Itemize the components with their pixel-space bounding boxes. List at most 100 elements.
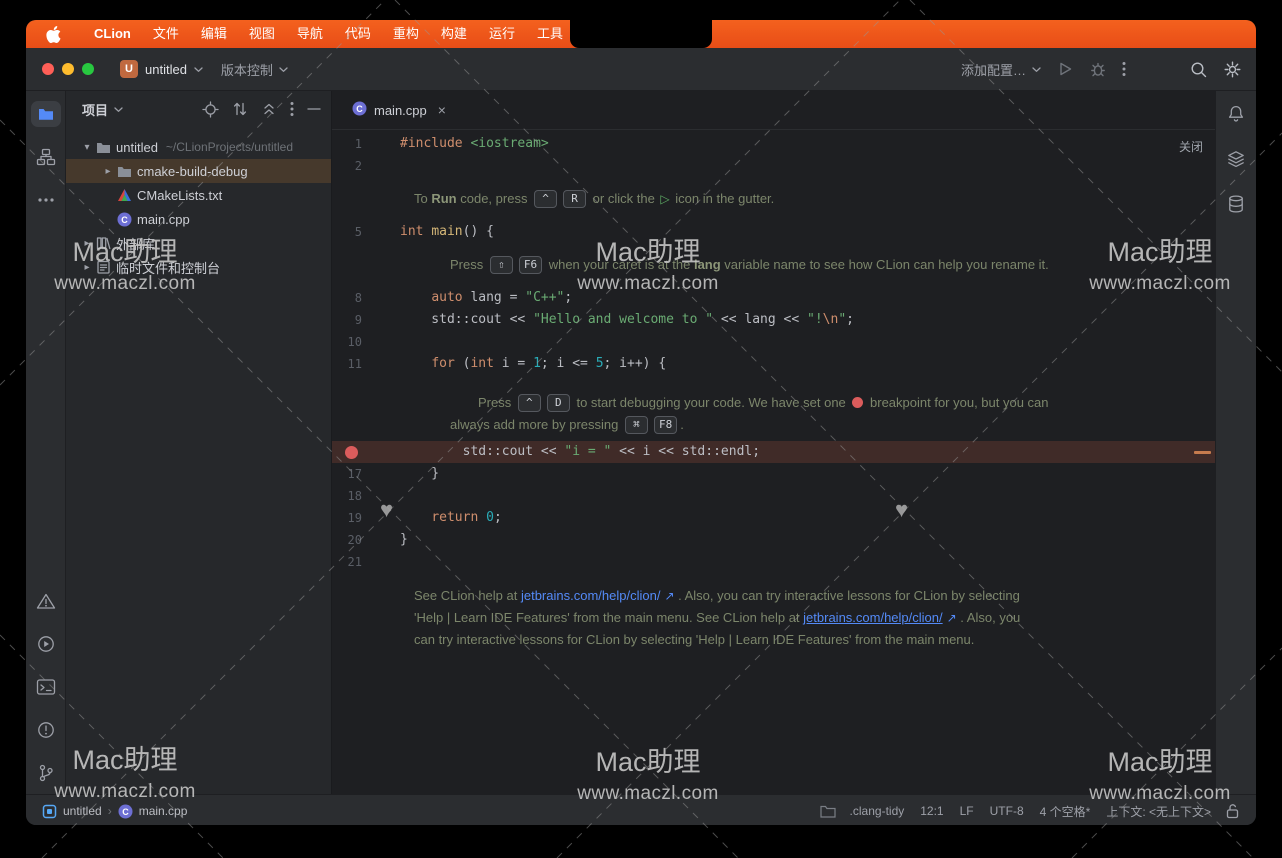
code-line[interactable]: 5int main() {: [332, 221, 1215, 243]
banner-close-link[interactable]: 关闭: [1179, 138, 1203, 155]
status-widget[interactable]: 上下文: <无上下文>: [1106, 803, 1211, 820]
code-line[interactable]: 17 }: [332, 463, 1215, 485]
locate-icon[interactable]: [202, 101, 219, 118]
code-line[interactable]: 11 for (int i = 1; i <= 5; i++) {: [332, 353, 1215, 375]
help-link[interactable]: jetbrains.com/help/clion/: [521, 588, 660, 603]
menu-item[interactable]: 运行: [478, 20, 526, 48]
tree-row-main.cpp[interactable]: Cmain.cpp: [66, 207, 331, 231]
tree-label: 临时文件和控制台: [116, 258, 220, 277]
menu-item[interactable]: 文件: [142, 20, 190, 48]
tab-close-button[interactable]: ×: [438, 102, 446, 118]
debug-button[interactable]: [1089, 60, 1107, 78]
tree-label: untitled: [116, 140, 158, 155]
database-icon[interactable]: [1221, 191, 1251, 217]
lock-icon[interactable]: [1225, 803, 1240, 819]
status-widget[interactable]: .clang-tidy: [850, 804, 905, 818]
code-line[interactable]: 20}: [332, 529, 1215, 551]
code-line[interactable]: 2: [332, 155, 1215, 177]
terminal-icon[interactable]: [31, 674, 61, 700]
line-number: [332, 441, 372, 463]
structure-icon[interactable]: [31, 144, 61, 170]
zoom-window-button[interactable]: [82, 63, 94, 75]
run-button[interactable]: [1056, 60, 1074, 78]
status-widget[interactable]: LF: [960, 804, 974, 818]
help-link[interactable]: jetbrains.com/help/clion/: [803, 610, 942, 625]
menu-item[interactable]: 视图: [238, 20, 286, 48]
chevron-down-icon[interactable]: ▾: [78, 142, 96, 153]
tree-row-临时文件和控制台[interactable]: ▸ 临时文件和控制台: [66, 255, 331, 279]
tree-row-外部库[interactable]: ▸外部库: [66, 231, 331, 255]
gear-icon[interactable]: [1223, 60, 1242, 79]
menu-item[interactable]: 编辑: [190, 20, 238, 48]
collapseall-icon[interactable]: [261, 101, 277, 117]
chevron-right-icon[interactable]: ▸: [78, 238, 96, 249]
menu-item[interactable]: 代码: [334, 20, 382, 48]
tree-row-untitled[interactable]: ▾untitled~/CLionProjects/untitled: [66, 135, 331, 159]
layers-icon[interactable]: [1221, 146, 1251, 172]
code-line[interactable]: 18: [332, 485, 1215, 507]
tree-row-CMakeLists.txt[interactable]: CMakeLists.txt: [66, 183, 331, 207]
editor[interactable]: 关闭 1#include <iostream>2To Run code, pre…: [332, 130, 1215, 794]
menu-item[interactable]: 构建: [430, 20, 478, 48]
project-widget[interactable]: U untitled: [120, 60, 203, 78]
minimize-window-button[interactable]: [62, 63, 74, 75]
main-area: 项目 ▾untitled~/CLionProjects/untitled▸cma…: [26, 91, 1256, 794]
tree-label: cmake-build-debug: [137, 164, 248, 179]
vcs-widget[interactable]: 版本控制: [221, 60, 288, 79]
minus-icon[interactable]: [307, 107, 321, 111]
search-icon[interactable]: [1189, 60, 1208, 79]
more-actions-button[interactable]: [1122, 61, 1126, 77]
project-icon: [42, 804, 57, 819]
code-line[interactable]: 21: [332, 551, 1215, 573]
code-line[interactable]: 19 return 0;: [332, 507, 1215, 529]
tree-row-cmake-build-debug[interactable]: ▸ cmake-build-debug: [66, 159, 331, 183]
run-config-selector[interactable]: 添加配置…: [961, 60, 1041, 79]
status-widget[interactable]: 12:1: [920, 804, 943, 818]
status-widget[interactable]: UTF-8: [990, 804, 1024, 818]
chevron-right-icon[interactable]: ▸: [99, 166, 117, 177]
project-panel-title[interactable]: 项目: [82, 100, 108, 119]
code-line[interactable]: 10: [332, 331, 1215, 353]
expand-icon[interactable]: [232, 101, 248, 117]
services-icon[interactable]: [31, 631, 61, 657]
folder-icon[interactable]: [820, 805, 836, 818]
chevron-down-icon: [194, 60, 203, 78]
breakpoint-dot[interactable]: [345, 446, 358, 459]
run-gutter-icon: ▷: [660, 192, 669, 206]
help-comment-line: 'Help | Learn IDE Features' from the mai…: [332, 607, 1215, 629]
toolbar-right: 添加配置…: [961, 60, 1242, 79]
dots-v-icon[interactable]: [290, 101, 294, 117]
tab-main-cpp[interactable]: C main.cpp ×: [342, 92, 456, 129]
more-icon[interactable]: [31, 187, 61, 213]
folder-icon: [96, 141, 115, 154]
menu-item[interactable]: 工具: [526, 20, 574, 48]
code-line[interactable]: 8 auto lang = "C++";: [332, 287, 1215, 309]
menu-item[interactable]: 重构: [382, 20, 430, 48]
project-folder-icon[interactable]: [31, 101, 61, 127]
code-line[interactable]: 1#include <iostream>: [332, 133, 1215, 155]
close-window-button[interactable]: [42, 63, 54, 75]
breadcrumb-project[interactable]: untitled: [63, 804, 102, 818]
scratches-icon: [96, 260, 115, 274]
right-tool-strip: [1215, 91, 1256, 794]
apple-menu-icon[interactable]: [36, 26, 71, 43]
code-line[interactable]: std::cout << "i = " << i << std::endl;: [332, 441, 1215, 463]
folder-icon: [117, 165, 136, 178]
vcs-label: 版本控制: [221, 60, 273, 79]
code-line[interactable]: 9 std::cout << "Hello and welcome to " <…: [332, 309, 1215, 331]
menu-item[interactable]: 导航: [286, 20, 334, 48]
status-bar: untitled › C main.cpp .clang-tidy12:1LFU…: [26, 794, 1256, 825]
problems-icon[interactable]: [31, 717, 61, 743]
status-widget[interactable]: 4 个空格*: [1040, 803, 1091, 820]
chevron-right-icon[interactable]: ▸: [78, 262, 96, 273]
bell-icon[interactable]: [1221, 101, 1251, 127]
menu-app-name[interactable]: CLion: [83, 20, 142, 48]
line-number: 5: [332, 221, 372, 243]
line-number: 8: [332, 287, 372, 309]
branch-icon[interactable]: [31, 760, 61, 786]
line-number: 18: [332, 485, 372, 507]
keycap: F8: [654, 416, 677, 434]
breadcrumb-file[interactable]: main.cpp: [139, 804, 188, 818]
warning-icon[interactable]: [31, 588, 61, 614]
breakpoint-line-marker: [1194, 451, 1211, 454]
